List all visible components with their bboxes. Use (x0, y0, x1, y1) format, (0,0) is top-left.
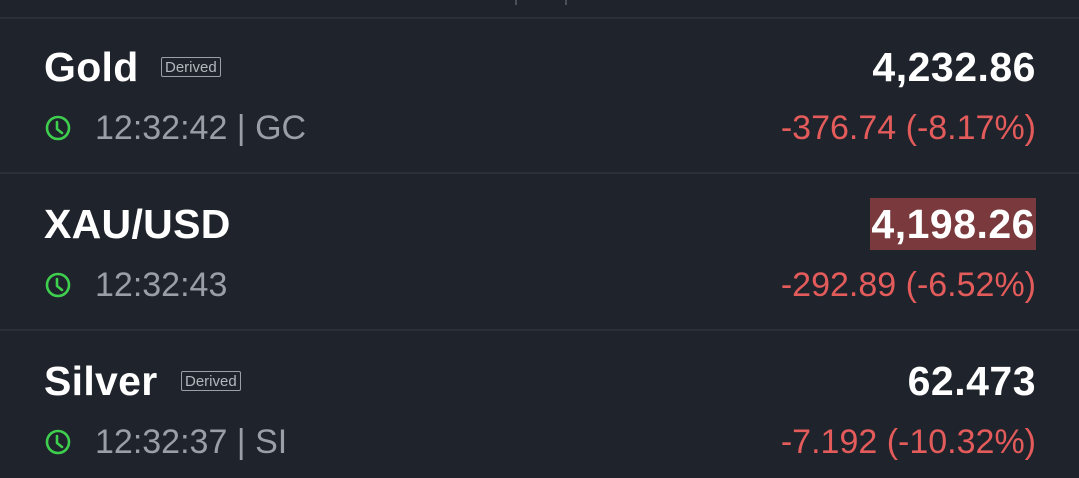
instrument-name: Gold (44, 44, 139, 90)
derived-badge: Derived (161, 57, 221, 77)
instrument-name: Silver (44, 358, 158, 404)
clock-icon (45, 115, 71, 141)
derived-badge: Derived (181, 371, 241, 391)
quote-row-xauusd[interactable]: XAU/USD 12:32:43 4,198.26 -292.89 (-6.52… (0, 176, 1079, 331)
last-price: 4,198.26 (870, 198, 1036, 250)
clock-icon (45, 429, 71, 455)
top-divider (0, 0, 1079, 19)
price-change: -7.192 (-10.32%) (780, 423, 1036, 461)
price-change: -292.89 (-6.52%) (780, 266, 1036, 304)
tab-tick (515, 0, 517, 5)
price-change: -376.74 (-8.17%) (780, 109, 1036, 147)
instrument-name: XAU/USD (44, 201, 231, 247)
quote-meta: 12:32:37 | SI (44, 424, 287, 460)
quote-row-gold[interactable]: Gold Derived 12:32:42 | GC 4,232.86 -376… (0, 19, 1079, 174)
quote-meta: 12:32:42 | GC (44, 110, 306, 146)
update-time-symbol: 12:32:37 | SI (95, 423, 288, 461)
update-time: 12:32:43 (95, 266, 228, 304)
quote-list: Gold Derived 12:32:42 | GC 4,232.86 -376… (0, 0, 1079, 478)
quote-row-silver[interactable]: Silver Derived 12:32:37 | SI 62.473 -7.1… (0, 333, 1079, 478)
tab-tick (565, 0, 567, 5)
last-price: 62.473 (907, 358, 1036, 404)
update-time-symbol: 12:32:42 | GC (95, 109, 307, 147)
clock-icon (45, 272, 71, 298)
quote-meta: 12:32:43 (44, 267, 227, 303)
last-price: 4,232.86 (872, 44, 1036, 90)
